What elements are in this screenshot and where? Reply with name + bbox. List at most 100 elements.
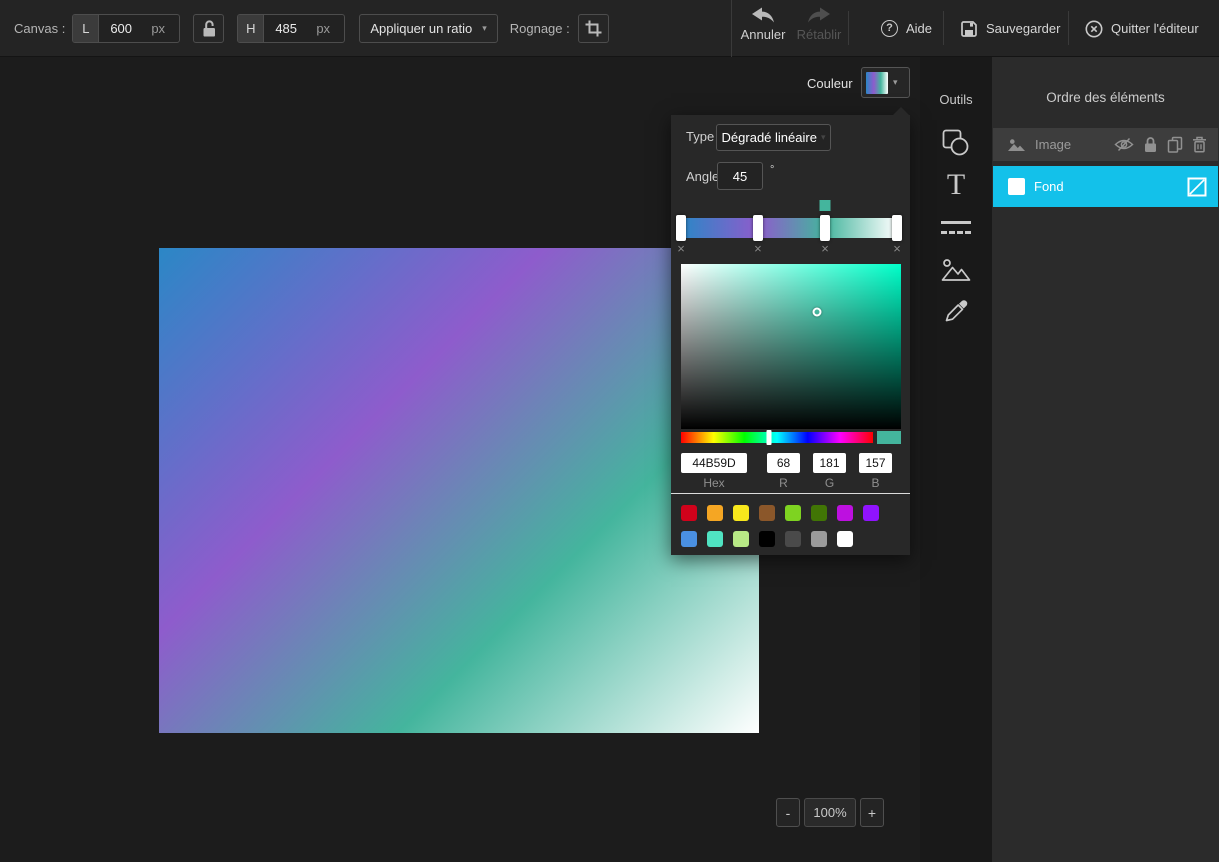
lock-icon[interactable] <box>1143 136 1158 153</box>
preset-color-swatch[interactable] <box>733 505 749 521</box>
chevron-down-icon: ▾ <box>821 132 826 143</box>
angle-label: Angle <box>686 169 719 184</box>
gradient-stop-handle[interactable] <box>676 215 686 241</box>
sv-field[interactable] <box>681 264 901 429</box>
hex-input[interactable]: 44B59D <box>681 453 747 473</box>
crop-button[interactable] <box>578 14 609 43</box>
lock-ratio-button[interactable] <box>193 14 224 43</box>
hex-label: Hex <box>681 476 747 490</box>
fond-color-swatch <box>1008 178 1025 195</box>
eyedropper-icon <box>942 297 970 325</box>
preset-color-swatch[interactable] <box>733 531 749 547</box>
zoom-controls: - 100% + <box>776 798 884 827</box>
width-prefix: L <box>73 15 99 42</box>
preset-color-swatch[interactable] <box>785 505 801 521</box>
preset-color-swatch[interactable] <box>759 505 775 521</box>
gradient-stop-handle[interactable] <box>753 215 763 241</box>
tools-title: Outils <box>920 92 992 107</box>
color-swatch-dropdown[interactable]: ▾ <box>861 67 910 98</box>
width-unit: px <box>151 21 179 36</box>
diagonal-fill-icon[interactable] <box>1187 177 1207 197</box>
preset-color-swatch[interactable] <box>837 531 853 547</box>
text-tool-button[interactable]: T <box>947 170 965 200</box>
canvas-label: Canvas : <box>14 21 65 36</box>
visibility-off-icon[interactable] <box>1114 137 1134 152</box>
canvas-gradient-image[interactable] <box>159 248 759 733</box>
gradient-stop-handle[interactable] <box>892 215 902 241</box>
remove-stop-button[interactable]: × <box>821 242 829 255</box>
popover-pointer <box>893 107 909 115</box>
eyedropper-tool-button[interactable] <box>942 297 970 325</box>
topbar-divider <box>848 11 849 45</box>
gradient-stops-bar[interactable] <box>681 218 897 238</box>
shapes-tool-button[interactable] <box>941 128 971 158</box>
angle-input[interactable]: 45 <box>717 162 763 190</box>
preset-color-swatch[interactable] <box>707 505 723 521</box>
exit-editor-button[interactable]: Quitter l'éditeur <box>1085 0 1199 57</box>
canvas-width-input[interactable]: 600 <box>99 21 151 36</box>
editor-window: Canvas : L 600 px H 485 px <box>0 0 1219 862</box>
shapes-icon <box>941 128 971 158</box>
image-icon <box>941 257 972 282</box>
topbar-divider <box>731 0 732 57</box>
preset-color-swatch[interactable] <box>759 531 775 547</box>
preset-color-swatch[interactable] <box>863 505 879 521</box>
current-color-swatch <box>877 431 901 444</box>
zoom-out-button[interactable]: - <box>776 798 800 827</box>
remove-stop-button[interactable]: × <box>754 242 762 255</box>
gradient-stop-handle[interactable] <box>820 215 830 241</box>
help-icon: ? <box>881 20 898 37</box>
red-input[interactable]: 68 <box>767 453 800 473</box>
hue-slider-handle[interactable] <box>767 430 772 445</box>
red-label: R <box>767 476 800 490</box>
preset-color-swatch[interactable] <box>681 505 697 521</box>
undo-button[interactable]: Annuler <box>737 7 789 42</box>
topbar-divider <box>1068 11 1069 45</box>
sv-cursor[interactable] <box>813 307 822 316</box>
canvas-height-input[interactable]: 485 <box>264 21 316 36</box>
height-prefix: H <box>238 15 264 42</box>
blue-input[interactable]: 157 <box>859 453 892 473</box>
layer-row-fond[interactable]: Fond <box>993 166 1218 207</box>
help-label: Aide <box>906 21 932 36</box>
remove-stop-button[interactable]: × <box>677 242 685 255</box>
gradient-type-value: Dégradé linéaire <box>722 130 817 145</box>
preset-color-swatch[interactable] <box>681 531 697 547</box>
preset-color-swatch[interactable] <box>837 505 853 521</box>
ratio-dropdown-label: Appliquer un ratio <box>370 21 472 36</box>
height-unit: px <box>316 21 344 36</box>
gradient-type-dropdown[interactable]: Dégradé linéaire ▾ <box>716 124 831 151</box>
preset-color-swatch[interactable] <box>811 531 827 547</box>
zoom-level: 100% <box>804 798 856 827</box>
crop-icon <box>585 20 602 37</box>
layer-name: Image <box>1035 137 1071 152</box>
zoom-in-button[interactable]: + <box>860 798 884 827</box>
trash-icon[interactable] <box>1192 136 1207 153</box>
ratio-dropdown[interactable]: Appliquer un ratio ▾ <box>359 14 497 43</box>
redo-label: Rétablir <box>797 27 842 42</box>
canvas-height-field[interactable]: H 485 px <box>237 14 345 43</box>
save-button[interactable]: Sauvegarder <box>960 0 1060 57</box>
preset-color-swatch[interactable] <box>707 531 723 547</box>
preset-color-swatch[interactable] <box>811 505 827 521</box>
undo-icon <box>750 7 776 24</box>
selected-stop-indicator <box>820 200 831 211</box>
redo-button[interactable]: Rétablir <box>793 7 845 42</box>
canvas-width-field[interactable]: L 600 px <box>72 14 180 43</box>
gradient-preview-swatch <box>866 72 888 94</box>
text-tool-icon: T <box>947 170 965 200</box>
layer-name: Fond <box>1034 179 1064 194</box>
layers-panel-title: Ordre des éléments <box>992 90 1219 105</box>
tools-sidebar: Outils T <box>920 57 992 862</box>
blue-label: B <box>859 476 892 490</box>
lines-tool-button[interactable] <box>941 221 971 234</box>
duplicate-icon[interactable] <box>1167 136 1183 153</box>
redo-icon <box>806 7 832 24</box>
image-tool-button[interactable] <box>941 257 972 282</box>
hue-slider[interactable] <box>681 432 873 443</box>
help-button[interactable]: ? Aide <box>881 0 932 57</box>
preset-color-swatch[interactable] <box>785 531 801 547</box>
layer-row-image[interactable]: Image <box>993 128 1218 161</box>
green-input[interactable]: 181 <box>813 453 846 473</box>
remove-stop-button[interactable]: × <box>893 242 901 255</box>
